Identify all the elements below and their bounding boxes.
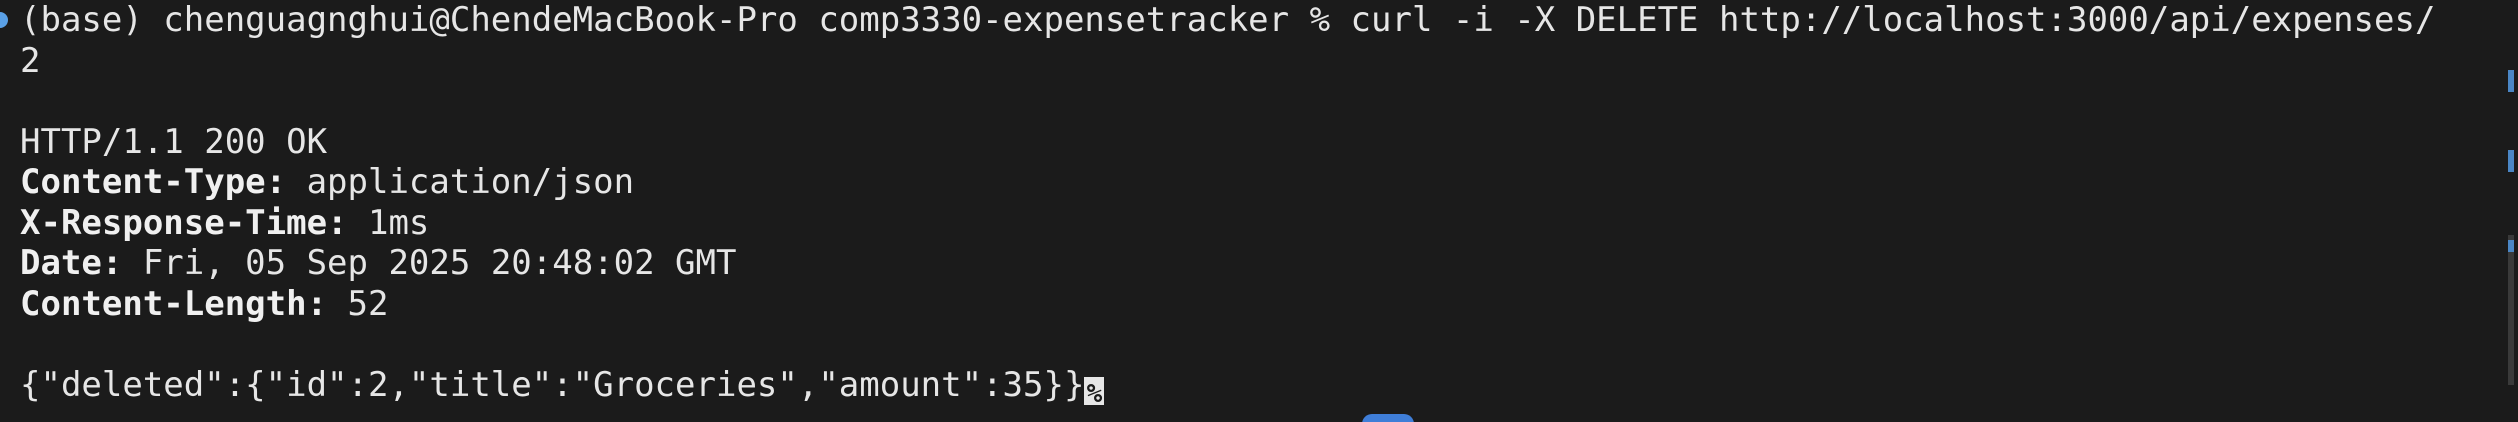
header-value: Fri, 05 Sep 2025 20:48:02 GMT	[122, 243, 737, 283]
bottom-indicator	[1362, 414, 1414, 422]
scroll-marker	[2508, 150, 2514, 172]
scroll-marker	[2508, 240, 2514, 252]
header-value: 1ms	[347, 202, 430, 243]
terminal-cursor: %	[1084, 376, 1105, 405]
header-content-length: Content-Length: 52	[20, 284, 2518, 325]
http-status-line: HTTP/1.1 200 OK	[20, 121, 328, 162]
terminal-window[interactable]: (base) chenguagnghui@ChendeMacBook-Pro c…	[0, 0, 2518, 422]
scrollbar[interactable]	[2504, 0, 2518, 422]
header-key: Content-Type:	[20, 162, 287, 202]
header-key: X-Response-Time:	[20, 202, 348, 243]
scrollbar-thumb[interactable]	[2508, 235, 2514, 385]
header-key: Content-Length:	[20, 283, 328, 324]
header-response-time: X-Response-Time: 1ms	[20, 203, 2518, 244]
response-body-line: {"deleted":{"id":2,"title":"Groceries","…	[20, 364, 2518, 405]
header-value: 52	[327, 283, 389, 324]
header-value: application/json	[286, 162, 635, 202]
header-date: Date: Fri, 05 Sep 2025 20:48:02 GMT	[20, 243, 2518, 284]
header-content-type: Content-Type: application/json	[20, 162, 2518, 203]
prompt-mark-icon	[0, 12, 8, 28]
scroll-marker	[2508, 70, 2514, 92]
response-body: {"deleted":{"id":2,"title":"Groceries","…	[20, 364, 1085, 405]
command-line: (base) chenguagnghui@ChendeMacBook-Pro c…	[20, 0, 2436, 40]
header-key: Date:	[20, 243, 123, 283]
command-line-wrap: 2	[20, 40, 41, 81]
